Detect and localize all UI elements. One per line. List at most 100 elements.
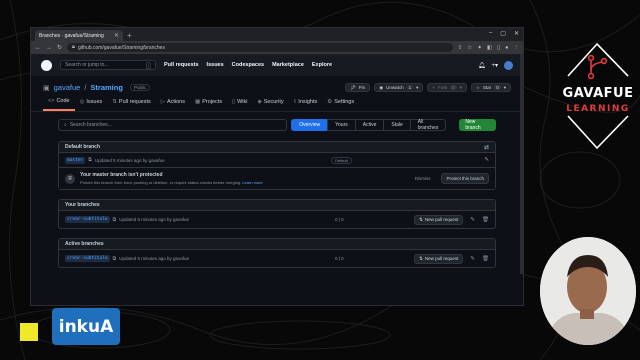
nav-explore[interactable]: Explore [312, 62, 332, 68]
filter-overview[interactable]: Overview [291, 119, 328, 131]
branch-search-input[interactable]: ⌕ Search branches... [58, 119, 288, 131]
notification-bell-icon[interactable]: 🔔︎ [478, 62, 486, 69]
repo-actions: 📌︎ Pin ◉ Unwatch 1 ▾ ⑂ Fork 0 ▾ ☆ Star 0… [344, 83, 511, 92]
tab-insights[interactable]: ⌇ Insights [289, 98, 323, 111]
gear-icon: ⚙ [327, 99, 333, 105]
trash-icon[interactable]: 🗑︎ [482, 217, 489, 223]
branch-name-link[interactable]: master [65, 156, 86, 164]
bookmark-star-icon[interactable]: ☆ [467, 45, 472, 51]
branch-name-link[interactable]: crear-subtitulo [65, 216, 110, 223]
new-pull-request-button[interactable]: ⇅ New pull request [414, 253, 464, 264]
tab-settings[interactable]: ⚙ Settings [322, 98, 359, 111]
trash-icon[interactable]: 🗑︎ [482, 256, 489, 262]
protect-branch-button[interactable]: Protect this branch [441, 173, 489, 184]
tab-security[interactable]: ◈ Security [253, 98, 289, 111]
maximize-icon[interactable]: ▢ [500, 30, 506, 37]
filter-active[interactable]: Active [354, 119, 384, 131]
tab-projects[interactable]: ▦ Projects [190, 98, 227, 111]
github-search-placeholder: Search or jump to... [65, 62, 109, 68]
nav-issues[interactable]: Issues [207, 62, 224, 68]
tab-label: Issues [86, 99, 103, 105]
learn-more-link[interactable]: Learn more [242, 180, 262, 185]
nav-codespaces[interactable]: Codespaces [232, 62, 264, 68]
new-pull-request-button[interactable]: ⇅ New pull request [414, 214, 464, 225]
nav-pull-requests[interactable]: Pull requests [164, 62, 199, 68]
filter-stale[interactable]: Stale [383, 119, 410, 131]
branch-name-link[interactable]: crear-subtitulo [65, 255, 110, 262]
new-branch-button[interactable]: New branch [459, 119, 496, 131]
fork-count: 0 [450, 85, 457, 90]
default-branch-box: Default branch ⇄ master ⧉ Updated 5 minu… [58, 141, 496, 190]
filter-yours[interactable]: Yours [327, 119, 355, 131]
url-text: github.com/gavafue/Straming/branches [77, 44, 165, 51]
browser-tab[interactable]: Branches · gavafue/Straming ✕ [35, 30, 123, 41]
browser-tab-title: Branches · gavafue/Straming [39, 32, 104, 39]
copy-icon[interactable]: ⧉ [88, 157, 92, 163]
reload-icon[interactable]: ↻ [57, 44, 62, 51]
copy-icon[interactable]: ⧉ [113, 217, 117, 223]
new-tab-icon[interactable]: + [127, 30, 132, 41]
github-search-input[interactable]: Search or jump to... / [60, 60, 156, 70]
page-scrollbar[interactable] [520, 54, 523, 274]
sidepanel-icon[interactable]: ▯ [497, 45, 500, 51]
sponsor-logo: inkuA [52, 308, 120, 345]
pin-button[interactable]: 📌︎ Pin [344, 83, 371, 92]
menu-dots-icon[interactable]: ⋮ [514, 45, 520, 51]
filter-all-branches[interactable]: All branches [409, 119, 447, 131]
unwatch-label: Unwatch [386, 85, 404, 90]
pin-icon: 📌︎ [349, 84, 356, 90]
back-icon[interactable]: ← [35, 45, 41, 51]
pencil-icon[interactable]: ✎ [470, 217, 475, 223]
tab-label: Settings [334, 99, 355, 105]
avatar[interactable] [504, 60, 513, 70]
address-bar: ← → ↻ 🔒︎ github.com/gavafue/Straming/bra… [31, 41, 523, 54]
pencil-icon[interactable]: ✎ [484, 157, 489, 163]
protect-description: Protect this branch from force pushing o… [80, 180, 263, 185]
fork-button[interactable]: ⑂ Fork 0 ▾ [427, 83, 467, 92]
minimize-icon[interactable]: – [489, 30, 492, 37]
nav-marketplace[interactable]: Marketplace [272, 62, 304, 68]
copy-icon[interactable]: ⧉ [113, 256, 117, 262]
tab-code[interactable]: <> Code [43, 98, 75, 111]
star-button[interactable]: ☆ Star 0 ▾ [470, 83, 511, 92]
protect-desc-text: Protect this branch from force pushing o… [80, 180, 242, 185]
graph-icon: ⌇ [293, 99, 297, 105]
tab-wiki[interactable]: ▯ Wiki [227, 98, 252, 111]
switch-arrows-icon[interactable]: ⇄ [484, 144, 489, 151]
protect-title: Your master branch isn't protected [80, 172, 163, 178]
fork-label: Fork [438, 85, 448, 90]
profile-icon[interactable]: ● [505, 45, 508, 51]
your-branches-box: Your branches crear-subtitulo ⧉ Updated … [58, 199, 496, 229]
tab-issues[interactable]: ◎ Issues [75, 98, 108, 111]
close-window-icon[interactable]: ✕ [514, 30, 519, 37]
star-label: Star [482, 85, 492, 90]
branch-updated-text: Updated 5 minutes ago by gavafue [119, 217, 190, 222]
repo-owner-link[interactable]: gavafue [54, 83, 81, 92]
chevron-down-icon: ▾ [416, 84, 419, 90]
tab-label: Insights [298, 99, 318, 105]
pencil-icon[interactable]: ✎ [470, 256, 475, 262]
tab-label: Projects [202, 99, 223, 105]
forward-icon[interactable]: → [46, 45, 52, 51]
share-icon[interactable]: ⇪ [458, 45, 463, 51]
yellow-square-logo [20, 323, 38, 341]
new-pr-label: New pull request [424, 256, 459, 261]
url-input[interactable]: 🔒︎ github.com/gavafue/Straming/branches [67, 43, 453, 52]
tab-label: Code [56, 98, 70, 104]
section-title: Default branch ⇄ [59, 142, 495, 153]
github-header-right: 🔔︎ +▾ [478, 60, 513, 70]
create-plus-icon[interactable]: +▾ [491, 62, 498, 69]
active-branches-box: Active branches crear-subtitulo ⧉ Update… [58, 238, 496, 268]
tab-pull-requests[interactable]: ⇅ Pull requests [107, 98, 155, 111]
puzzle-icon[interactable]: ◧ [487, 45, 492, 51]
repo-name-link[interactable]: Straming [90, 83, 123, 92]
close-tab-icon[interactable]: ✕ [114, 32, 119, 39]
tab-actions[interactable]: ▷ Actions [156, 98, 190, 111]
unwatch-button[interactable]: ◉ Unwatch 1 ▾ [374, 83, 424, 92]
book-icon: ▯ [232, 99, 236, 105]
ahead-behind-count: 0 | 0 [335, 256, 344, 261]
dismiss-button[interactable]: Dismiss [415, 176, 431, 181]
extension-icon[interactable]: ✦ [477, 45, 482, 51]
github-logo-icon[interactable] [41, 59, 52, 71]
browser-window: Branches · gavafue/Straming ✕ + – ▢ ✕ ← … [30, 27, 524, 306]
